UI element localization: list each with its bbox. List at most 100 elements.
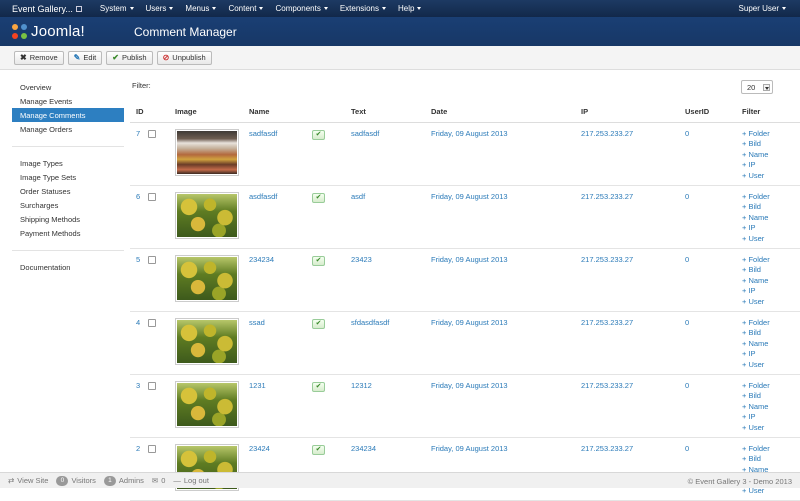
filter-link[interactable]: + Folder bbox=[742, 444, 800, 455]
row-thumbnail[interactable] bbox=[175, 254, 239, 302]
filter-link[interactable]: + Bild bbox=[742, 265, 800, 276]
filter-link[interactable]: + User bbox=[742, 171, 800, 182]
menu-extensions[interactable]: Extensions bbox=[334, 4, 392, 13]
sidebar-item-order-statuses[interactable]: Order Statuses bbox=[12, 184, 124, 198]
row-date[interactable]: Friday, 09 August 2013 bbox=[431, 437, 581, 501]
row-userid[interactable]: 0 bbox=[685, 437, 742, 501]
sidebar-item-manage-orders[interactable]: Manage Orders bbox=[12, 122, 124, 136]
menu-users[interactable]: Users bbox=[140, 4, 180, 13]
filter-link[interactable]: + Bild bbox=[742, 139, 800, 150]
filter-link[interactable]: + Folder bbox=[742, 192, 800, 203]
row-userid[interactable]: 0 bbox=[685, 248, 742, 312]
id-link[interactable]: 4 bbox=[136, 318, 140, 327]
filter-link[interactable]: + IP bbox=[742, 160, 800, 171]
filter-link[interactable]: + IP bbox=[742, 223, 800, 234]
id-link[interactable]: 3 bbox=[136, 381, 140, 390]
row-name[interactable]: ssad bbox=[249, 311, 312, 375]
id-link[interactable]: 2 bbox=[136, 444, 140, 453]
row-thumbnail[interactable] bbox=[175, 317, 239, 365]
publish-button[interactable]: ✔ Publish bbox=[106, 50, 153, 65]
sidebar-item-image-types[interactable]: Image Types bbox=[12, 156, 124, 170]
filter-link[interactable]: + Name bbox=[742, 339, 800, 350]
row-thumbnail[interactable] bbox=[175, 191, 239, 239]
row-text[interactable]: 23423 bbox=[351, 248, 431, 312]
filter-link[interactable]: + Name bbox=[742, 402, 800, 413]
filter-link[interactable]: + Bild bbox=[742, 328, 800, 339]
filter-link[interactable]: + Folder bbox=[742, 129, 800, 140]
row-userid[interactable]: 0 bbox=[685, 311, 742, 375]
messages-indicator[interactable]: ✉ 0 bbox=[152, 476, 165, 485]
row-checkbox[interactable] bbox=[148, 381, 156, 390]
row-id[interactable]: 4 bbox=[130, 311, 148, 375]
filter-link[interactable]: + User bbox=[742, 234, 800, 245]
row-text[interactable]: 12312 bbox=[351, 374, 431, 438]
filter-link[interactable]: + IP bbox=[742, 412, 800, 423]
row-ip[interactable]: 217.253.233.27 bbox=[581, 437, 685, 501]
filter-link[interactable]: + IP bbox=[742, 286, 800, 297]
row-userid[interactable]: 0 bbox=[685, 185, 742, 249]
sidebar-item-documentation[interactable]: Documentation bbox=[12, 260, 124, 274]
edit-button[interactable]: ✎ Edit bbox=[67, 50, 103, 65]
row-thumbnail[interactable] bbox=[175, 128, 239, 176]
row-text[interactable]: sadfasdf bbox=[351, 122, 431, 186]
sidebar-item-overview[interactable]: Overview bbox=[12, 80, 124, 94]
id-link[interactable]: 6 bbox=[136, 192, 140, 201]
published-toggle[interactable]: ✔ bbox=[312, 192, 325, 203]
published-toggle[interactable]: ✔ bbox=[312, 255, 325, 266]
row-userid[interactable]: 0 bbox=[685, 122, 742, 186]
sidebar-item-shipping-methods[interactable]: Shipping Methods bbox=[12, 212, 124, 226]
site-link[interactable]: Event Gallery... bbox=[0, 4, 90, 14]
row-ip[interactable]: 217.253.233.27 bbox=[581, 311, 685, 375]
row-thumbnail[interactable] bbox=[175, 380, 239, 428]
published-toggle[interactable]: ✔ bbox=[312, 129, 325, 140]
filter-link[interactable]: + IP bbox=[742, 349, 800, 360]
row-name[interactable]: 1231 bbox=[249, 374, 312, 438]
row-date[interactable]: Friday, 09 August 2013 bbox=[431, 185, 581, 249]
row-date[interactable]: Friday, 09 August 2013 bbox=[431, 374, 581, 438]
filter-link[interactable]: + Folder bbox=[742, 255, 800, 266]
row-checkbox[interactable] bbox=[148, 444, 156, 453]
row-ip[interactable]: 217.253.233.27 bbox=[581, 248, 685, 312]
logout-link[interactable]: — Log out bbox=[173, 476, 209, 485]
filter-link[interactable]: + Name bbox=[742, 276, 800, 287]
menu-help[interactable]: Help bbox=[392, 4, 427, 13]
row-date[interactable]: Friday, 09 August 2013 bbox=[431, 248, 581, 312]
row-ip[interactable]: 217.253.233.27 bbox=[581, 374, 685, 438]
menu-menus[interactable]: Menus bbox=[179, 4, 222, 13]
published-toggle[interactable]: ✔ bbox=[312, 381, 325, 392]
row-checkbox[interactable] bbox=[148, 192, 156, 201]
published-toggle[interactable]: ✔ bbox=[312, 318, 325, 329]
row-date[interactable]: Friday, 09 August 2013 bbox=[431, 122, 581, 186]
filter-link[interactable]: + Name bbox=[742, 150, 800, 161]
filter-link[interactable]: + Folder bbox=[742, 318, 800, 329]
filter-link[interactable]: + Name bbox=[742, 213, 800, 224]
remove-button[interactable]: ✖ Remove bbox=[14, 50, 64, 65]
row-checkbox[interactable] bbox=[148, 318, 156, 327]
row-id[interactable]: 3 bbox=[130, 374, 148, 438]
user-menu[interactable]: Super User bbox=[733, 0, 792, 17]
filter-link[interactable]: + Bild bbox=[742, 391, 800, 402]
menu-system[interactable]: System bbox=[94, 4, 140, 13]
sidebar-item-surcharges[interactable]: Surcharges bbox=[12, 198, 124, 212]
row-text[interactable]: 234234 bbox=[351, 437, 431, 501]
menu-content[interactable]: Content bbox=[222, 4, 269, 13]
row-name[interactable]: 23424 bbox=[249, 437, 312, 501]
id-link[interactable]: 5 bbox=[136, 255, 140, 264]
id-link[interactable]: 7 bbox=[136, 129, 140, 138]
filter-link[interactable]: + User bbox=[742, 423, 800, 434]
filter-link[interactable]: + User bbox=[742, 360, 800, 371]
filter-link[interactable]: + User bbox=[742, 297, 800, 308]
row-name[interactable]: 234234 bbox=[249, 248, 312, 312]
filter-link[interactable]: + Folder bbox=[742, 381, 800, 392]
page-size-select[interactable]: 20 bbox=[741, 80, 773, 94]
row-ip[interactable]: 217.253.233.27 bbox=[581, 122, 685, 186]
col-id[interactable]: ID bbox=[130, 102, 148, 123]
row-name[interactable]: sadfasdf bbox=[249, 122, 312, 186]
row-id[interactable]: 6 bbox=[130, 185, 148, 249]
row-id[interactable]: 2 bbox=[130, 437, 148, 501]
site-name[interactable]: Event Gallery... bbox=[12, 4, 73, 14]
sidebar-item-manage-events[interactable]: Manage Events bbox=[12, 94, 124, 108]
menu-components[interactable]: Components bbox=[269, 4, 333, 13]
row-date[interactable]: Friday, 09 August 2013 bbox=[431, 311, 581, 375]
row-checkbox[interactable] bbox=[148, 129, 156, 138]
